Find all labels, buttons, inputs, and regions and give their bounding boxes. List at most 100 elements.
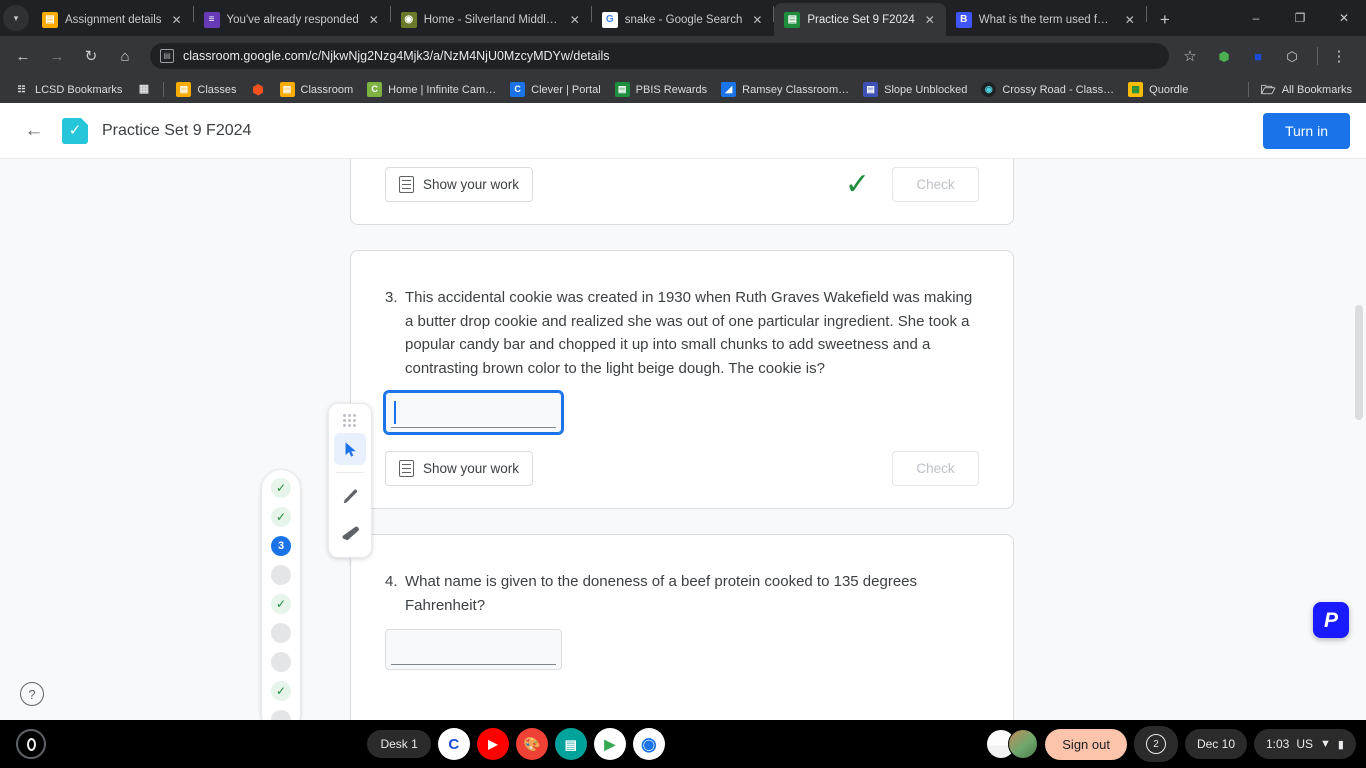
close-icon[interactable]: ✕ [749, 12, 765, 28]
peardeck-button[interactable]: P [1313, 602, 1349, 638]
reload-icon[interactable]: ↻ [76, 41, 106, 71]
show-your-work-button[interactable]: Show your work [385, 451, 534, 487]
question-card-previous: Show your work ✓ Check [350, 159, 1014, 225]
school-seal-icon: ◉ [400, 11, 417, 28]
question-prompt-row: 3. This accidental cookie was created in… [351, 251, 1013, 380]
progress-dot-7[interactable] [271, 652, 291, 672]
user-avatars[interactable] [986, 729, 1039, 759]
check-button[interactable]: Check [892, 167, 979, 202]
bookmark-infinite-campus[interactable]: C Home | Infinite Cam… [360, 79, 503, 100]
browser-tab-brainly-question[interactable]: B What is the term used for u ✕ [946, 3, 1146, 36]
browser-tab-practice-set-9[interactable]: ▤ Practice Set 9 F2024 ✕ [774, 3, 946, 36]
chrome-menu-icon[interactable]: ⋮ [1324, 41, 1354, 71]
bookmark-label: Clever | Portal [531, 83, 601, 96]
google-slides-app[interactable]: ▤ [554, 728, 587, 760]
all-bookmarks-button[interactable]: 🗁 All Bookmarks [1254, 79, 1359, 100]
answer-input[interactable] [385, 629, 562, 671]
gartic-app[interactable]: 🎨 [515, 728, 548, 760]
browser-tab-snake-search[interactable]: G snake - Google Search ✕ [592, 3, 774, 36]
progress-dot-2[interactable]: ✓ [271, 507, 291, 527]
close-window-button[interactable]: ✕ [1322, 2, 1366, 34]
back-icon[interactable]: ← [8, 41, 38, 71]
bookmarks-bar-right: 🗁 All Bookmarks [1243, 79, 1359, 100]
window-controls: – ❐ ✕ [1234, 0, 1366, 36]
chromeos-screen: ▾ ▤ Assignment details ✕ ≡ You've alread… [0, 0, 1366, 768]
bookmark-quordle[interactable]: ▦ Quordle [1121, 79, 1195, 100]
progress-dot-9[interactable] [271, 710, 291, 720]
scrollbar-thumb[interactable] [1355, 305, 1363, 420]
home-icon[interactable]: ⌂ [110, 41, 140, 71]
browser-tab-assignment-details[interactable]: ▤ Assignment details ✕ [32, 3, 193, 36]
close-icon[interactable]: ✕ [366, 12, 382, 28]
progress-dot-4[interactable] [271, 565, 291, 585]
show-your-work-button[interactable]: Show your work [385, 167, 534, 202]
bookmark-cube[interactable]: ⬢ [244, 79, 273, 100]
chrome-app[interactable]: ◉ [632, 728, 665, 760]
address-bar[interactable]: ▤ classroom.google.com/c/NjkwNjg2Nzg4Mjk… [150, 43, 1169, 69]
bookmark-lcsd-bookmarks[interactable]: ☷ LCSD Bookmarks [7, 79, 129, 100]
cursor-select-tool[interactable] [334, 433, 366, 465]
close-icon[interactable]: ✕ [169, 12, 185, 28]
folder-icon: 🗁 [1260, 82, 1276, 97]
chromeos-launcher-icon[interactable] [16, 729, 46, 759]
questions-column: Show your work ✓ Check 3. This accidenta… [350, 159, 1014, 720]
turn-in-button[interactable]: Turn in [1262, 112, 1350, 149]
progress-dot-6[interactable] [271, 623, 291, 643]
pen-tool[interactable] [334, 480, 366, 512]
eraser-tool[interactable] [334, 516, 366, 548]
check-button[interactable]: Check [892, 451, 979, 487]
progress-dot-3[interactable]: 3 [271, 536, 291, 556]
bookmark-star-icon[interactable]: ☆ [1175, 41, 1205, 71]
bookmark-label: Classroom [300, 83, 354, 96]
drag-dots-icon[interactable] [343, 414, 357, 427]
back-arrow-icon[interactable]: ← [16, 113, 52, 149]
close-icon[interactable]: ✕ [1122, 12, 1138, 28]
bookmark-clever-portal[interactable]: C Clever | Portal [503, 79, 608, 100]
drawing-tool-palette [328, 403, 372, 566]
extensions-puzzle-icon[interactable]: ⬡ [1277, 41, 1307, 71]
extension-ck-icon[interactable]: ⬢ [1209, 41, 1239, 71]
question-text: This accidental cookie was created in 19… [405, 289, 973, 377]
progress-dot-8[interactable]: ✓ [271, 681, 291, 701]
answer-input[interactable] [383, 390, 564, 436]
bookmark-pbis-rewards[interactable]: ▤ PBIS Rewards [608, 79, 715, 100]
progress-dot-1[interactable]: ✓ [271, 478, 291, 498]
bookmark-classes[interactable]: ▤ Classes [169, 79, 243, 100]
bookmark-slope-unblocked[interactable]: ▤ Slope Unblocked [856, 79, 974, 100]
classroom-icon: ▤ [279, 82, 295, 97]
bookmark-classroom[interactable]: ▤ Classroom [273, 79, 361, 100]
extension-blue-icon[interactable]: ■ [1243, 41, 1273, 71]
close-icon[interactable]: ✕ [567, 12, 583, 28]
progress-dot-5[interactable]: ✓ [271, 594, 291, 614]
page-scrollbar[interactable] [1352, 215, 1366, 720]
clever-app[interactable]: C [437, 728, 470, 760]
bookmark-apps-grid[interactable]: ▦ [129, 79, 158, 100]
forward-icon[interactable]: → [42, 41, 72, 71]
bookmark-crossy-road[interactable]: ◉ Crossy Road - Class… [974, 79, 1121, 100]
sign-out-button[interactable]: Sign out [1045, 728, 1127, 760]
shelf-app-area: Desk 1 C ▶ 🎨 ▤ ▶ ◉ [367, 728, 665, 760]
tab-search-icon[interactable]: ▾ [3, 5, 29, 31]
maximize-button[interactable]: ❐ [1278, 2, 1322, 34]
play-store-app[interactable]: ▶ [593, 728, 626, 760]
bookmark-ramsey-classroom[interactable]: ◢ Ramsey Classroom… [714, 79, 856, 100]
system-tray[interactable]: 1:03 US ▼ ▮ [1254, 729, 1356, 759]
youtube-app[interactable]: ▶ [476, 728, 509, 760]
questions-scroll-area: Show your work ✓ Check 3. This accidenta… [0, 159, 1366, 720]
browser-tab-silverland-home[interactable]: ◉ Home - Silverland Middle S ✕ [391, 3, 591, 36]
bookmark-label: LCSD Bookmarks [35, 83, 123, 96]
help-question-icon[interactable]: ? [20, 682, 44, 706]
tab-title: Assignment details [65, 13, 162, 26]
minimize-button[interactable]: – [1234, 2, 1278, 34]
desk-button[interactable]: Desk 1 [367, 730, 431, 758]
avatar[interactable] [1008, 729, 1039, 759]
new-tab-button[interactable]: + [1151, 5, 1179, 33]
notification-button[interactable]: 2 [1133, 726, 1178, 762]
wifi-icon: ▼ [1320, 738, 1331, 750]
browser-tab-already-responded[interactable]: ≡ You've already responded ✕ [194, 3, 390, 36]
close-icon[interactable]: ✕ [922, 12, 938, 28]
bookmark-label: PBIS Rewards [635, 83, 708, 96]
tab-divider [1145, 5, 1147, 22]
page-info-icon[interactable]: ▤ [160, 49, 174, 63]
date-button[interactable]: Dec 10 [1184, 729, 1247, 759]
